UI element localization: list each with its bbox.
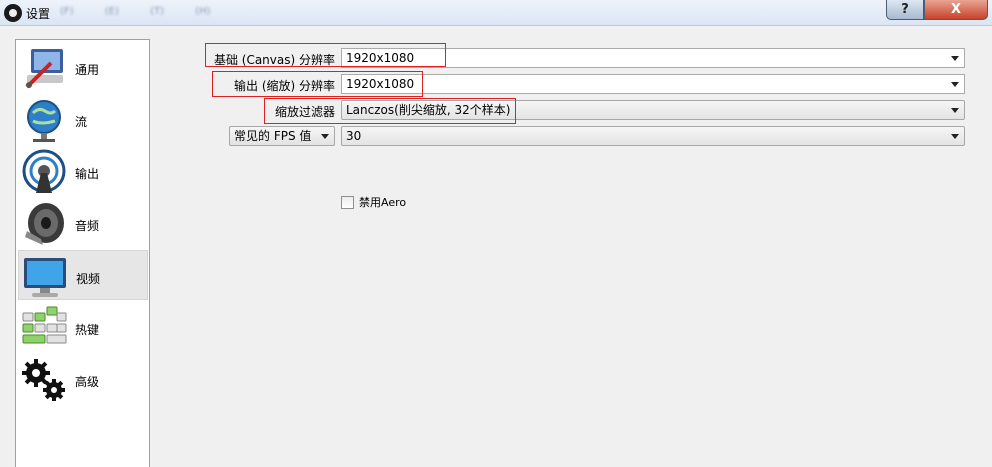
sidebar-item-label: 音频 bbox=[75, 219, 100, 233]
disable-aero-checkbox[interactable] bbox=[341, 195, 354, 209]
sidebar-item-audio[interactable]: 音频 bbox=[18, 198, 148, 248]
video-icon bbox=[24, 258, 66, 297]
base-resolution-label: 基础 (Canvas) 分辨率 bbox=[213, 53, 335, 67]
close-button[interactable]: X bbox=[924, 0, 988, 20]
help-button[interactable]: ? bbox=[886, 0, 924, 20]
settings-sidebar: 通用 流 输出 音频 视频 热键 高级 bbox=[15, 39, 150, 467]
output-resolution-value: 1920x1080 bbox=[346, 77, 415, 91]
sidebar-item-label: 输出 bbox=[75, 167, 100, 181]
disable-aero-label: 禁用Aero bbox=[359, 196, 407, 209]
dropdown-arrow-icon[interactable] bbox=[951, 56, 959, 61]
hotkeys-icon bbox=[22, 306, 67, 344]
sidebar-item-stream[interactable]: 流 bbox=[18, 94, 148, 144]
sidebar-item-label: 流 bbox=[75, 115, 88, 129]
general-icon bbox=[25, 49, 63, 89]
sidebar-item-general[interactable]: 通用 bbox=[18, 42, 148, 92]
output-icon bbox=[22, 149, 66, 193]
ghost-menu-item: (F) bbox=[60, 6, 74, 17]
downscale-filter-value: Lanczos(削尖缩放, 32个样本) bbox=[346, 103, 511, 117]
fps-type-label: 常见的 FPS 值 bbox=[234, 129, 312, 143]
audio-icon bbox=[25, 203, 64, 245]
ghost-menu-item: (T) bbox=[150, 6, 164, 17]
advanced-icon bbox=[22, 359, 65, 401]
output-resolution-label: 输出 (缩放) 分辨率 bbox=[234, 79, 335, 93]
dropdown-arrow-icon[interactable] bbox=[951, 134, 959, 139]
fps-type-select[interactable]: 常见的 FPS 值 bbox=[229, 126, 335, 146]
fps-value: 30 bbox=[346, 129, 362, 143]
sidebar-item-label: 热键 bbox=[75, 323, 100, 337]
downscale-filter-select[interactable]: Lanczos(削尖缩放, 32个样本) bbox=[341, 100, 965, 120]
ghost-menu-item: (E) bbox=[104, 6, 119, 17]
window-controls: ? X bbox=[886, 0, 988, 20]
obs-logo-icon bbox=[4, 4, 22, 22]
dropdown-arrow-icon[interactable] bbox=[321, 134, 329, 139]
disable-aero-option[interactable]: 禁用Aero bbox=[341, 195, 406, 209]
title-bar: 设置 (F) (E) (T) (H) ? X bbox=[0, 0, 992, 26]
sidebar-item-label: 通用 bbox=[75, 63, 100, 77]
sidebar-item-advanced[interactable]: 高级 bbox=[18, 354, 148, 404]
sidebar-item-video[interactable]: 视频 bbox=[18, 250, 148, 300]
sidebar-item-label: 视频 bbox=[76, 272, 101, 286]
downscale-filter-label: 缩放过滤器 bbox=[274, 105, 335, 119]
base-resolution-value: 1920x1080 bbox=[346, 51, 415, 65]
ghost-menu-item: (H) bbox=[195, 6, 211, 17]
sidebar-item-hotkeys[interactable]: 热键 bbox=[18, 302, 148, 352]
sidebar-item-output[interactable]: 输出 bbox=[18, 146, 148, 196]
background-menu-bar: (F) (E) (T) (H) bbox=[60, 6, 239, 17]
base-resolution-combobox[interactable]: 1920x1080 bbox=[341, 48, 965, 68]
stream-icon bbox=[27, 100, 61, 142]
dropdown-arrow-icon[interactable] bbox=[951, 82, 959, 87]
fps-value-select[interactable]: 30 bbox=[341, 126, 965, 146]
sidebar-item-label: 高级 bbox=[75, 375, 100, 389]
output-resolution-combobox[interactable]: 1920x1080 bbox=[341, 74, 965, 94]
dropdown-arrow-icon[interactable] bbox=[951, 108, 959, 113]
window-title: 设置 bbox=[26, 7, 51, 21]
